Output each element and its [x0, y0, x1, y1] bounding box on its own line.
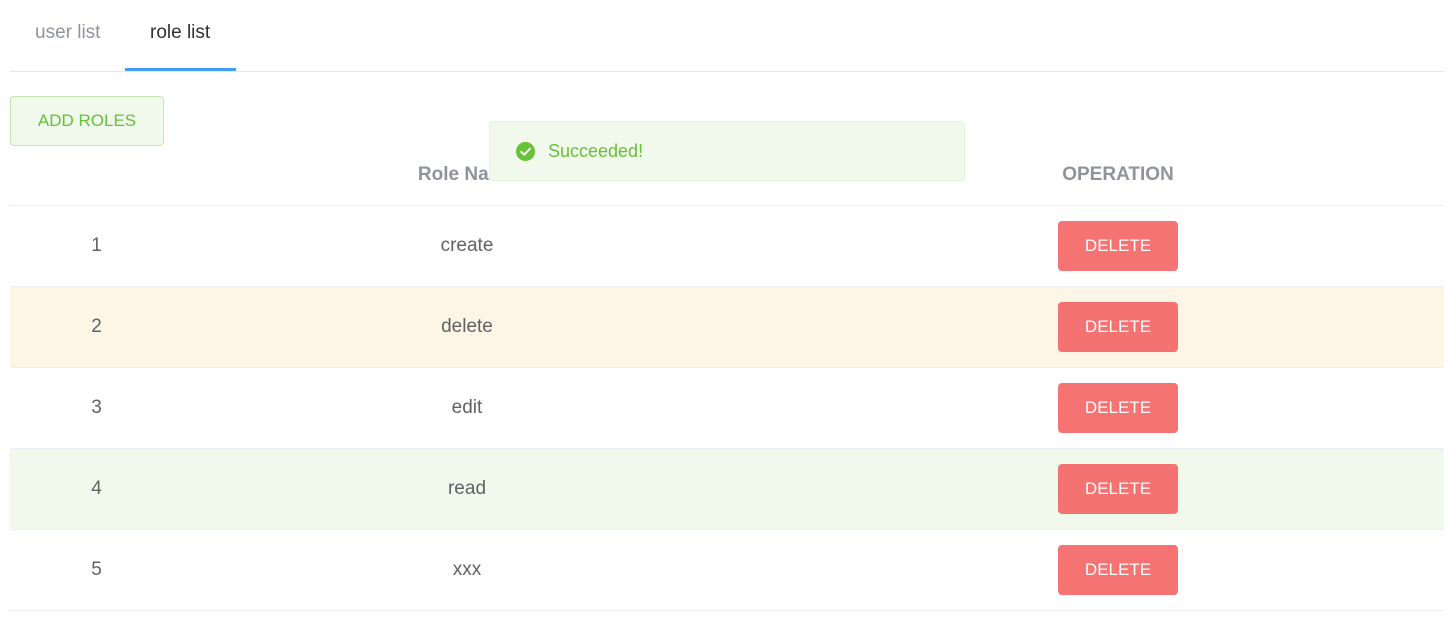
table-row: 5 xxx DELETE: [10, 530, 1444, 611]
table-row: 4 read DELETE: [10, 449, 1444, 530]
roles-table: Role Name OPERATION 1 create DELETE 2 de…: [10, 146, 1444, 611]
row-role-name: delete: [441, 316, 493, 337]
delete-button[interactable]: DELETE: [1058, 464, 1178, 514]
toast-message: Succeeded!: [548, 140, 644, 161]
success-check-icon: [516, 141, 535, 161]
tab-user-list[interactable]: user list: [35, 0, 100, 71]
header-operation: OPERATION: [1062, 164, 1174, 185]
table-row: 2 delete DELETE: [10, 287, 1444, 368]
row-role-name: create: [440, 235, 494, 256]
row-index: 1: [91, 235, 102, 256]
delete-button[interactable]: DELETE: [1058, 383, 1178, 433]
row-role-name: xxx: [452, 559, 482, 580]
tab-bar: user list role list: [10, 0, 1444, 72]
tab-role-list[interactable]: role list: [150, 0, 210, 71]
delete-button[interactable]: DELETE: [1058, 545, 1178, 595]
row-role-name: read: [447, 478, 487, 499]
row-index: 5: [91, 559, 102, 580]
row-index: 2: [91, 316, 102, 337]
header-index: [10, 146, 183, 206]
active-tab-indicator: [125, 68, 236, 71]
row-index: 4: [91, 478, 102, 499]
delete-button[interactable]: DELETE: [1058, 221, 1178, 271]
success-toast: Succeeded!: [489, 121, 965, 181]
table-row: 1 create DELETE: [10, 206, 1444, 287]
add-roles-button[interactable]: ADD ROLES: [10, 96, 164, 146]
row-role-name: edit: [451, 397, 483, 418]
delete-button[interactable]: DELETE: [1058, 302, 1178, 352]
table-row: 3 edit DELETE: [10, 368, 1444, 449]
row-index: 3: [91, 397, 102, 418]
